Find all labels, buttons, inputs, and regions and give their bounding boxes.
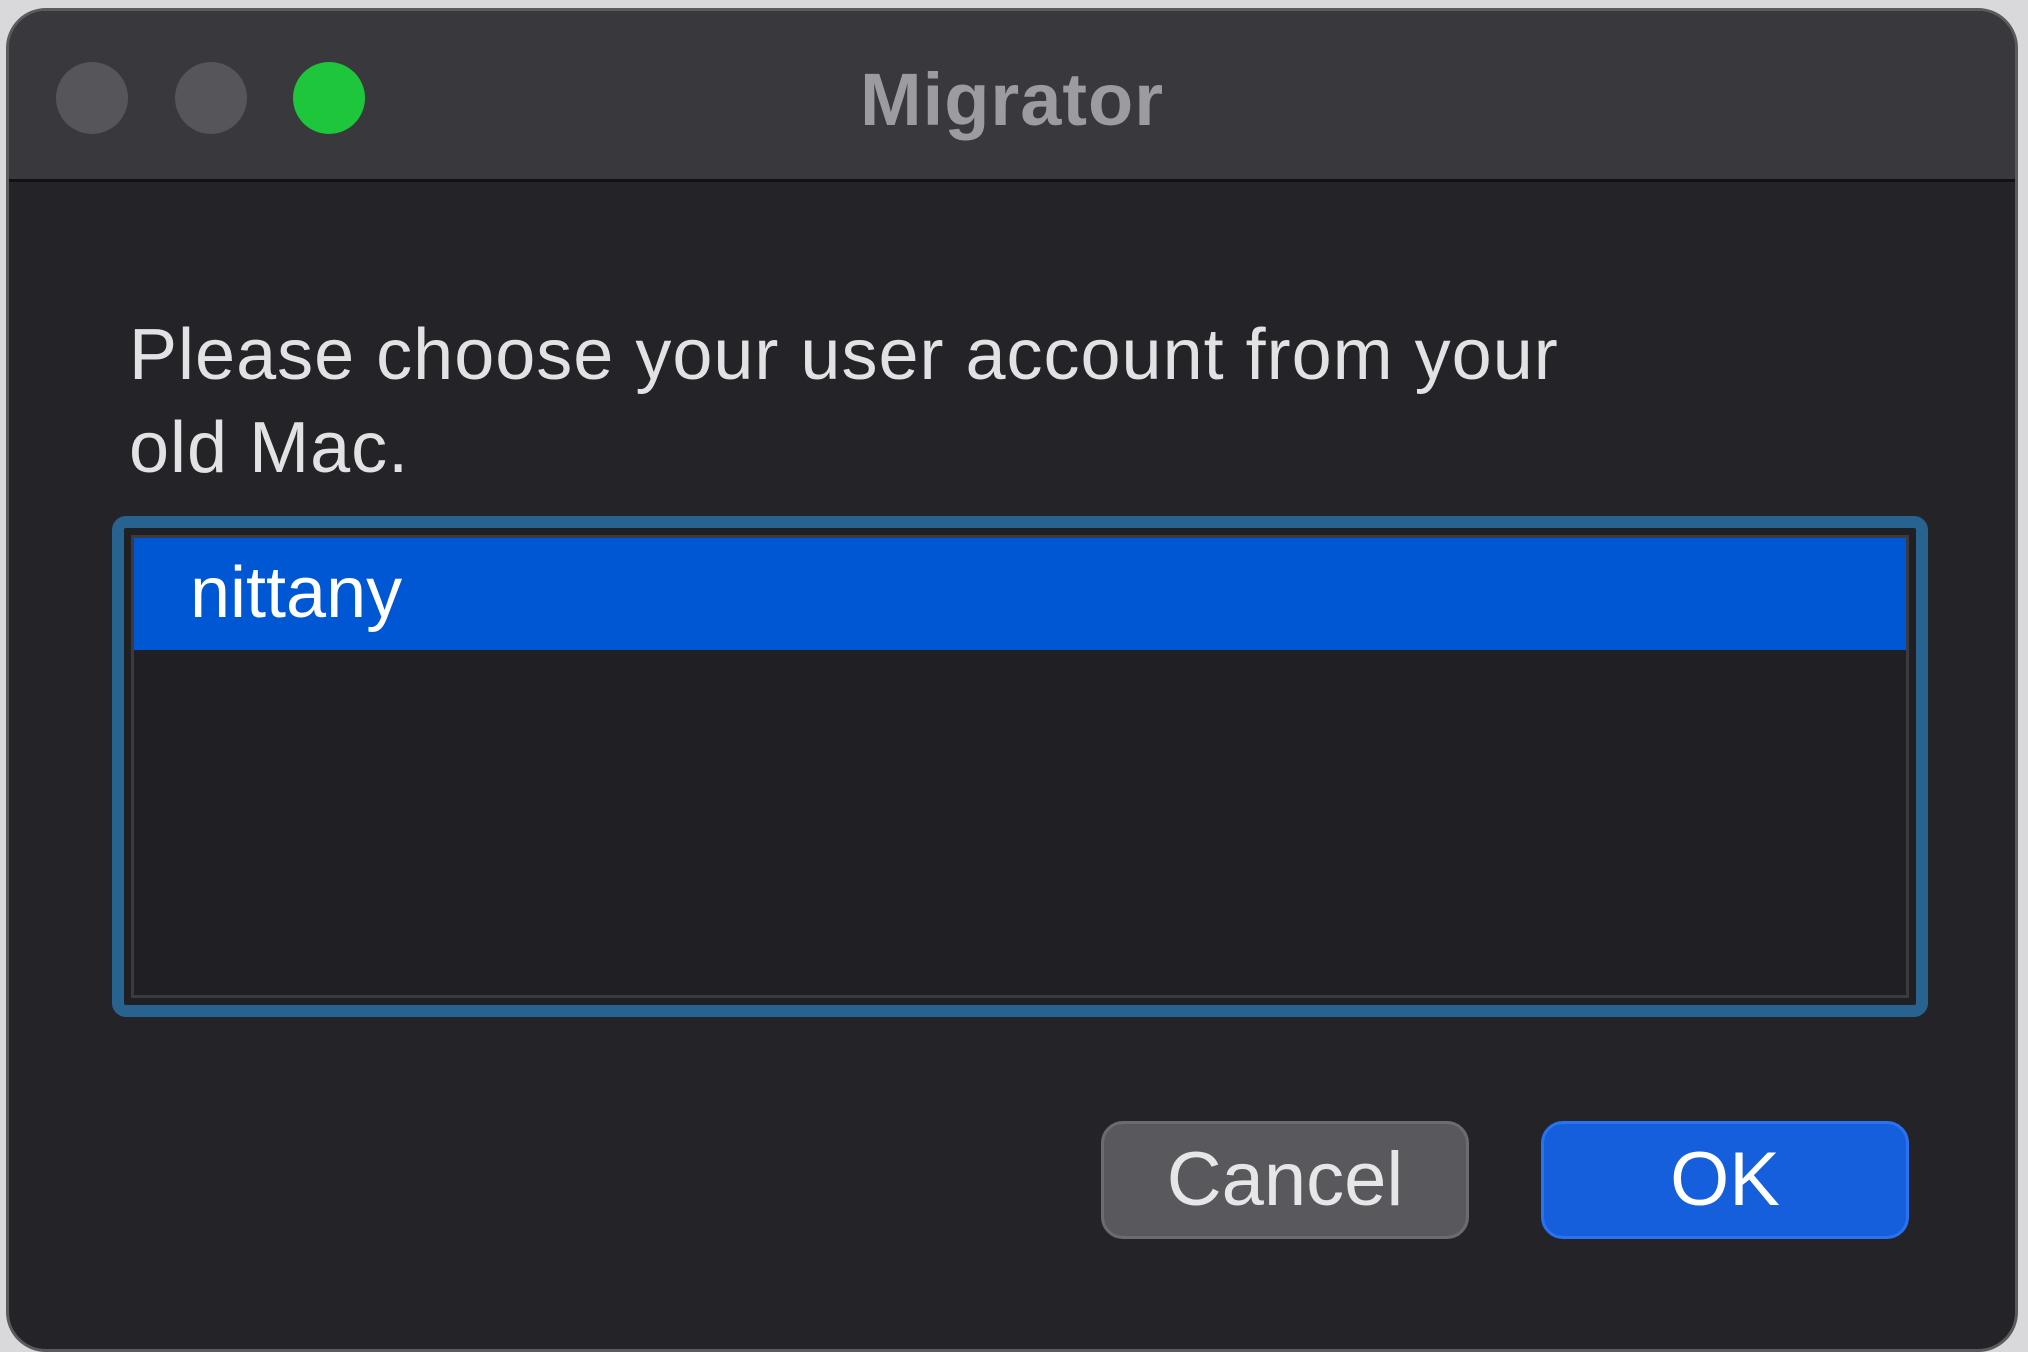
- window-title: Migrator: [860, 58, 1164, 141]
- account-list[interactable]: nittany: [112, 516, 1928, 1017]
- prompt-line-2: old Mac.: [129, 408, 410, 488]
- account-name: nittany: [190, 553, 403, 633]
- account-list-body: nittany: [131, 535, 1909, 998]
- account-row-selected[interactable]: nittany: [134, 538, 1906, 650]
- title-bar[interactable]: Migrator: [9, 11, 2015, 182]
- cancel-button[interactable]: Cancel: [1101, 1121, 1469, 1239]
- prompt-text: Please choose your user account from you…: [129, 309, 1729, 495]
- ok-button[interactable]: OK: [1541, 1121, 1909, 1239]
- migrator-window: Migrator Please choose your user account…: [6, 8, 2018, 1352]
- prompt-line-1: Please choose your user account from you…: [129, 315, 1559, 395]
